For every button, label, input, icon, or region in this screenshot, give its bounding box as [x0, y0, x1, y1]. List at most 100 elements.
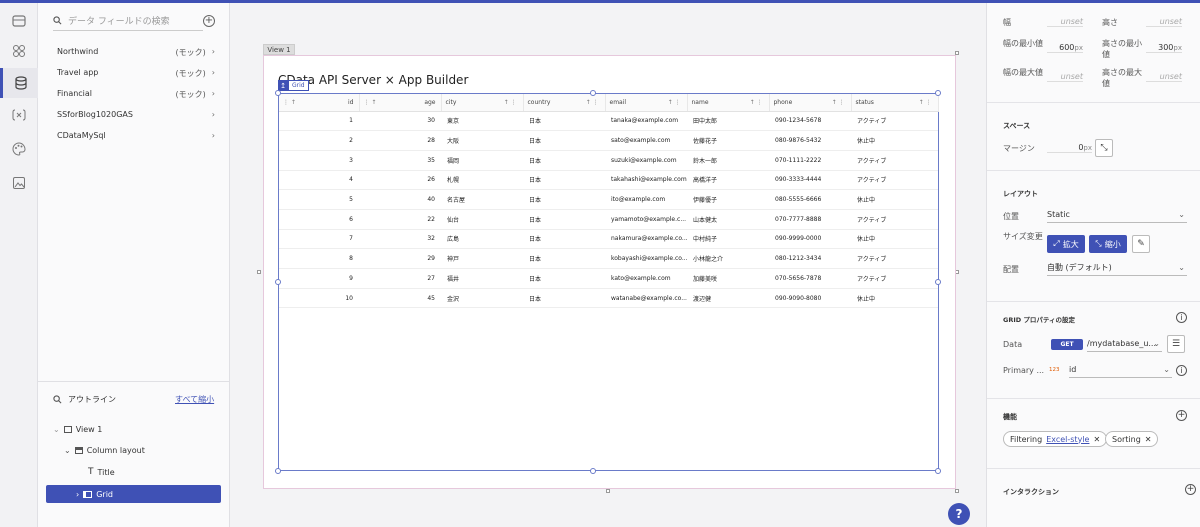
table-cell-country[interactable]: 日本 [523, 229, 605, 250]
table-cell-name[interactable]: 田中太郎 [687, 111, 769, 132]
view-container[interactable]: CData API Server × App Builder ↥ Grid ⋮ … [263, 55, 956, 489]
table-cell-name[interactable]: 高橋洋子 [687, 170, 769, 191]
table-cell-email[interactable]: ito@example.com [605, 189, 687, 210]
table-row[interactable]: 5 40 名古屋 日本 ito@example.com 伊藤優子 080-5555-6666… [279, 189, 938, 210]
grid-handle[interactable] [935, 90, 941, 96]
table-row[interactable]: 10 45 金沢 日本 watanabe@example.co... 渡辺健 090-909… [279, 288, 938, 309]
height-input[interactable]: unset [1146, 17, 1182, 27]
table-cell-id[interactable]: 2 [279, 130, 359, 151]
table-cell-country[interactable]: 日本 [523, 209, 605, 230]
resize-handle[interactable] [606, 489, 610, 493]
link-margin-icon[interactable]: ⤡ [1095, 139, 1113, 157]
datasource-item-travel-app[interactable]: Travel app (モック) › [57, 68, 215, 79]
table-cell-phone[interactable]: 080-1212-3434 [769, 248, 851, 269]
table-cell-city[interactable]: 仙台 [441, 209, 523, 230]
width-input[interactable]: unset [1047, 17, 1083, 27]
filtering-mode-link[interactable]: Excel-style [1046, 435, 1089, 444]
table-cell-email[interactable]: suzuki@example.com [605, 150, 687, 171]
table-cell-city[interactable]: 福岡 [441, 150, 523, 171]
table-cell-age[interactable]: 22 [359, 209, 441, 230]
chevron-down-icon[interactable]: ⌄ [64, 446, 71, 455]
sort-menu-icon[interactable]: ↑ ⋮ [504, 99, 517, 106]
chevron-down-icon[interactable]: ⌄ [53, 425, 60, 434]
grid-handle[interactable] [275, 279, 281, 285]
filtering-chip[interactable]: Filtering Excel-style ✕ [1003, 431, 1108, 447]
table-cell-country[interactable]: 日本 [523, 268, 605, 289]
max-height-input[interactable]: unset [1146, 72, 1182, 82]
table-cell-phone[interactable]: 090-9999-0000 [769, 229, 851, 250]
table-cell-name[interactable]: 山本健太 [687, 209, 769, 230]
table-cell-city[interactable]: 大阪 [441, 130, 523, 151]
table-cell-status[interactable]: アクティブ [851, 268, 938, 289]
column-header[interactable]: ⋮ ↑ id [279, 94, 360, 112]
table-row[interactable]: 1 30 東京 日本 tanaka@example.com 田中太郎 090-1234-56… [279, 111, 938, 132]
assets-image-icon[interactable] [0, 168, 38, 198]
data-grid[interactable]: ⋮ ↑ id ⋮ ↑ age city ↑ ⋮ country ↑ ⋮ email ↑ ⋮… [278, 93, 939, 471]
column-header[interactable]: ⋮ ↑ age [359, 94, 442, 112]
column-header[interactable]: city ↑ ⋮ [441, 94, 524, 112]
table-cell-id[interactable]: 6 [279, 209, 359, 230]
sort-menu-icon[interactable]: ↑ ⋮ [586, 99, 599, 106]
table-cell-status[interactable]: 休止中 [851, 288, 938, 309]
primary-key-select[interactable]: id ⌄ [1069, 362, 1172, 378]
table-cell-country[interactable]: 日本 [523, 170, 605, 191]
align-select[interactable]: 自動 (デフォルト) ⌄ [1047, 260, 1187, 276]
table-row[interactable]: 6 22 仙台 日本 yamamoto@example.c... 山本健太 070-7777… [279, 209, 938, 230]
column-menu-icon[interactable]: ⋮ ↑ [364, 99, 377, 106]
table-cell-country[interactable]: 日本 [523, 288, 605, 309]
table-cell-age[interactable]: 35 [359, 150, 441, 171]
table-cell-age[interactable]: 28 [359, 130, 441, 151]
theme-palette-icon[interactable] [0, 134, 38, 164]
edit-icon[interactable]: ✎ [1132, 235, 1150, 253]
tree-node-grid[interactable]: › Grid [46, 485, 221, 503]
table-cell-city[interactable]: 神戸 [441, 248, 523, 269]
table-cell-name[interactable]: 佐藤花子 [687, 130, 769, 151]
table-cell-email[interactable]: kobayashi@example.co... [605, 248, 687, 269]
table-cell-age[interactable]: 45 [359, 288, 441, 309]
table-cell-id[interactable]: 8 [279, 248, 359, 269]
table-cell-email[interactable]: takahashi@example.com [605, 170, 687, 191]
min-height-input[interactable]: 300px [1146, 43, 1182, 53]
column-header[interactable]: country ↑ ⋮ [523, 94, 606, 112]
table-cell-status[interactable]: アクティブ [851, 170, 938, 191]
search-placeholder[interactable]: データ フィールドの検索 [68, 14, 170, 27]
datasource-item-northwind[interactable]: Northwind (モック) › [57, 47, 215, 58]
sort-menu-icon[interactable]: ↑ ⋮ [668, 99, 681, 106]
table-row[interactable]: 8 29 神戸 日本 kobayashi@example.co... 小林龍之介 080-1… [279, 248, 938, 269]
grid-handle[interactable] [935, 279, 941, 285]
table-cell-phone[interactable]: 090-1234-5678 [769, 111, 851, 132]
datasource-item-ssforblog[interactable]: SSforBlog1020GAS › [57, 110, 215, 119]
table-cell-age[interactable]: 30 [359, 111, 441, 132]
tree-node-title[interactable]: T Title [88, 467, 115, 477]
table-cell-age[interactable]: 26 [359, 170, 441, 191]
table-cell-city[interactable]: 金沢 [441, 288, 523, 309]
table-cell-city[interactable]: 名古屋 [441, 189, 523, 210]
table-row[interactable]: 3 35 福岡 日本 suzuki@example.com 鈴木一郎 070-1111-22… [279, 150, 938, 171]
add-interaction-icon[interactable]: + [1185, 484, 1196, 495]
table-cell-phone[interactable]: 070-5656-7878 [769, 268, 851, 289]
table-cell-country[interactable]: 日本 [523, 189, 605, 210]
table-cell-city[interactable]: 広島 [441, 229, 523, 250]
table-cell-phone[interactable]: 070-7777-8888 [769, 209, 851, 230]
grid-handle[interactable] [590, 90, 596, 96]
column-header[interactable]: phone ↑ ⋮ [769, 94, 852, 112]
grid-handle[interactable] [590, 468, 596, 474]
table-cell-status[interactable]: アクティブ [851, 111, 938, 132]
table-cell-name[interactable]: 鈴木一郎 [687, 150, 769, 171]
table-cell-age[interactable]: 29 [359, 248, 441, 269]
table-cell-name[interactable]: 伊藤優子 [687, 189, 769, 210]
margin-input[interactable]: 0px [1047, 143, 1092, 153]
table-cell-phone[interactable]: 090-9090-8080 [769, 288, 851, 309]
sort-menu-icon[interactable]: ↑ ⋮ [919, 99, 932, 106]
grid-handle[interactable] [935, 468, 941, 474]
table-cell-id[interactable]: 9 [279, 268, 359, 289]
table-row[interactable]: 2 28 大阪 日本 sato@example.com 佐藤花子 080-9876-5432… [279, 130, 938, 151]
datasource-item-financial[interactable]: Financial (モック) › [57, 89, 215, 100]
table-cell-status[interactable]: アクティブ [851, 248, 938, 269]
table-cell-email[interactable]: kato@example.com [605, 268, 687, 289]
position-select[interactable]: Static ⌄ [1047, 207, 1187, 223]
table-cell-email[interactable]: nakamura@example.co... [605, 229, 687, 250]
sort-menu-icon[interactable]: ↑ ⋮ [750, 99, 763, 106]
components-icon[interactable] [0, 36, 38, 66]
resize-handle[interactable] [955, 489, 959, 493]
